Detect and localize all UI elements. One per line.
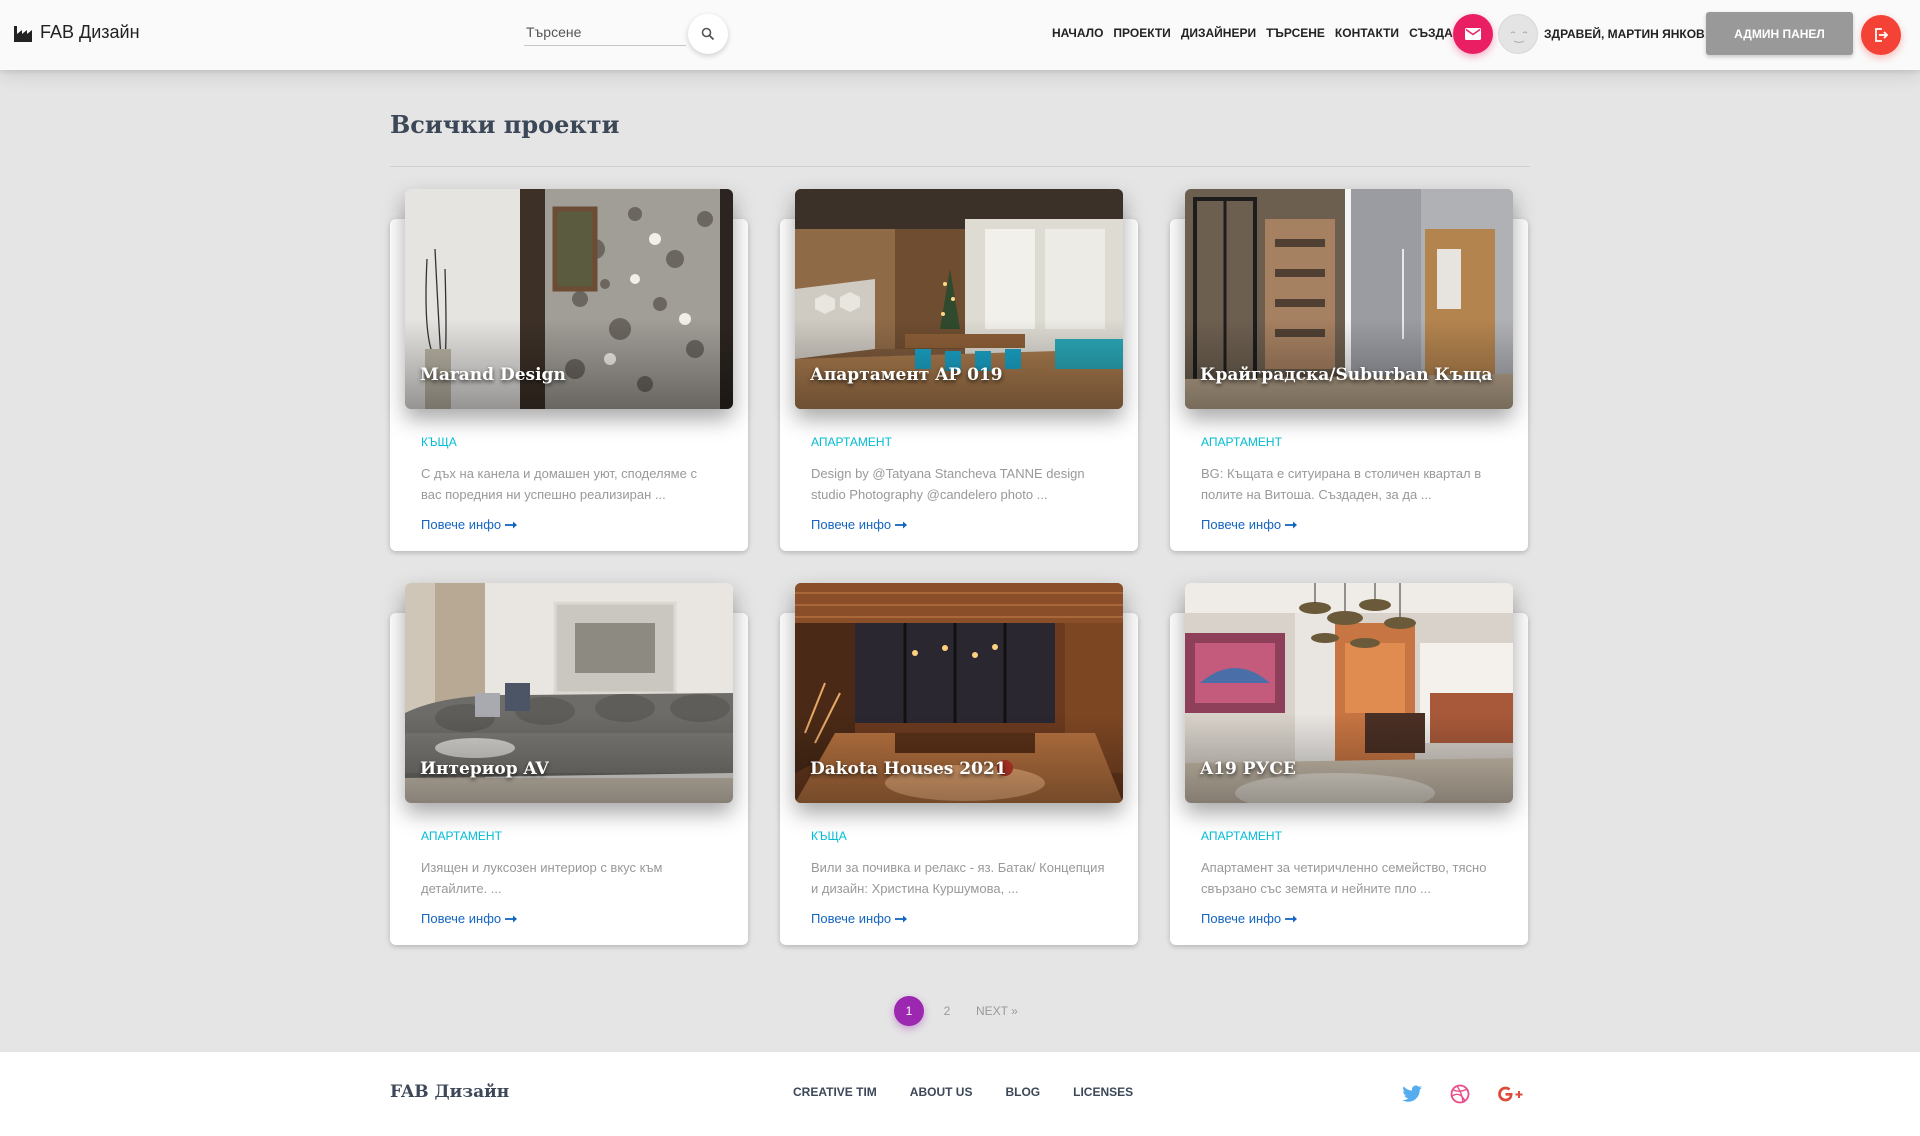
logout-icon [1875, 28, 1889, 42]
title-divider [390, 166, 1530, 167]
more-info-label: Повече инфо [811, 517, 892, 532]
footer: FAB Дизайн CREATIVE TIM ABOUT US BLOG LI… [0, 1052, 1920, 1136]
project-title: Marand Design [420, 365, 566, 385]
more-info-label: Повече инфо [1201, 517, 1282, 532]
page-1-button[interactable]: 1 [894, 996, 924, 1026]
footer-link-licenses[interactable]: LICENSES [1073, 1085, 1133, 1099]
footer-brand-link[interactable]: FAB Дизайн [390, 1082, 509, 1102]
nav-home[interactable]: НАЧАЛО [1052, 26, 1103, 40]
more-info-label: Повече инфо [1201, 911, 1282, 926]
mail-icon [1465, 28, 1481, 40]
search-input[interactable] [524, 18, 686, 46]
project-image-link[interactable]: Крайградска/Suburban Къща [1185, 189, 1513, 409]
project-description: BG: Къщата е ситуирана в столичен кварта… [1201, 466, 1482, 502]
footer-link-blog[interactable]: BLOG [1005, 1085, 1040, 1099]
project-image-link[interactable]: Апартамент AP 019 [795, 189, 1123, 409]
more-info-link[interactable]: Повече инфо [421, 517, 519, 532]
nav-search[interactable]: ТЪРСЕНЕ [1266, 26, 1325, 40]
project-title: Крайградска/Suburban Къща [1200, 365, 1493, 385]
arrow-right-icon [1285, 521, 1298, 528]
project-card: Крайградска/Suburban Къща АПАРТАМЕНТ BG:… [1170, 189, 1528, 551]
search-button[interactable] [688, 14, 728, 54]
user-avatar[interactable] [1498, 14, 1538, 54]
brand-name: FAB Дизайн [40, 22, 140, 42]
logout-button[interactable] [1861, 15, 1901, 55]
more-info-link[interactable]: Повече инфо [1201, 517, 1299, 532]
project-category: АПАРТАМЕНТ [1201, 435, 1282, 449]
more-info-link[interactable]: Повече инфо [811, 517, 909, 532]
dribbble-icon[interactable] [1448, 1082, 1472, 1106]
arrow-right-icon [895, 521, 908, 528]
footer-nav: CREATIVE TIM ABOUT US BLOG LICENSES [793, 1085, 1133, 1099]
arrow-right-icon [505, 521, 518, 528]
pagination: 1 2 NEXT » [894, 996, 1024, 1026]
project-image-link[interactable]: Dakota Houses 2021 [795, 583, 1123, 803]
project-title: A19 РУСЕ [1200, 759, 1296, 779]
brand-logo-link[interactable]: FAB Дизайн [14, 22, 140, 43]
more-info-link[interactable]: Повече инфо [1201, 911, 1299, 926]
project-description: Design by @Tatyana Stancheva TANNE desig… [811, 466, 1085, 502]
next-page-button[interactable]: NEXT » [970, 996, 1024, 1026]
footer-link-about-us[interactable]: ABOUT US [910, 1085, 973, 1099]
project-image-link[interactable]: A19 РУСЕ [1185, 583, 1513, 803]
project-title: Dakota Houses 2021 [810, 759, 1007, 779]
user-greeting: ЗДРАВЕЙ, МАРТИН ЯНКОВ! [1544, 27, 1709, 41]
project-category: АПАРТАМЕНТ [811, 435, 892, 449]
factory-icon [14, 25, 32, 42]
project-image-link[interactable]: Интериор AV [405, 583, 733, 803]
project-card: A19 РУСЕ АПАРТАМЕНТ Апартамент за четири… [1170, 583, 1528, 945]
project-title: Апартамент AP 019 [810, 365, 1003, 385]
search-form [524, 14, 728, 54]
more-info-link[interactable]: Повече инфо [811, 911, 909, 926]
project-category: АПАРТАМЕНТ [1201, 829, 1282, 843]
page-title: Всички проекти [390, 110, 620, 139]
messages-button[interactable] [1453, 14, 1493, 54]
project-description: Апартамент за четиричленно семейство, тя… [1201, 860, 1487, 896]
project-card: Интериор AV АПАРТАМЕНТ Изящен и луксозен… [390, 583, 748, 945]
main-nav: НАЧАЛО ПРОЕКТИ ДИЗАЙНЕРИ ТЪРСЕНЕ КОНТАКТ… [1052, 26, 1461, 40]
nav-projects[interactable]: ПРОЕКТИ [1113, 26, 1170, 40]
nav-contacts[interactable]: КОНТАКТИ [1335, 26, 1399, 40]
footer-link-creative-tim[interactable]: CREATIVE TIM [793, 1085, 877, 1099]
project-category: КЪЩА [421, 435, 457, 449]
avatar-face-icon [1510, 31, 1528, 43]
project-description: Изящен и луксозен интериор с вкус към де… [421, 860, 663, 896]
project-card: Dakota Houses 2021 КЪЩА Вили за почивка … [780, 583, 1138, 945]
project-category: КЪЩА [811, 829, 847, 843]
more-info-label: Повече инфо [811, 911, 892, 926]
project-title: Интериор AV [420, 759, 549, 779]
project-image-link[interactable]: Marand Design [405, 189, 733, 409]
search-icon [701, 27, 715, 41]
arrow-right-icon [1285, 915, 1298, 922]
more-info-link[interactable]: Повече инфо [421, 911, 519, 926]
page-2-button[interactable]: 2 [932, 996, 962, 1026]
twitter-icon[interactable] [1400, 1082, 1424, 1106]
arrow-right-icon [505, 915, 518, 922]
admin-panel-button[interactable]: АДМИН ПАНЕЛ [1706, 12, 1853, 55]
more-info-label: Повече инфо [421, 517, 502, 532]
project-description: С дъх на канела и домашен уют, споделяме… [421, 466, 697, 502]
navbar: FAB Дизайн НАЧАЛО ПРОЕКТИ ДИЗАЙНЕРИ ТЪРС… [0, 0, 1920, 70]
project-card: Marand Design КЪЩА С дъх на канела и дом… [390, 189, 748, 551]
nav-designers[interactable]: ДИЗАЙНЕРИ [1181, 26, 1256, 40]
arrow-right-icon [895, 915, 908, 922]
more-info-label: Повече инфо [421, 911, 502, 926]
project-description: Вили за почивка и релакс - яз. Батак/ Ко… [811, 860, 1105, 896]
project-card: Апартамент AP 019 АПАРТАМЕНТ Design by @… [780, 189, 1138, 551]
google-plus-icon[interactable] [1496, 1082, 1526, 1106]
project-category: АПАРТАМЕНТ [421, 829, 502, 843]
